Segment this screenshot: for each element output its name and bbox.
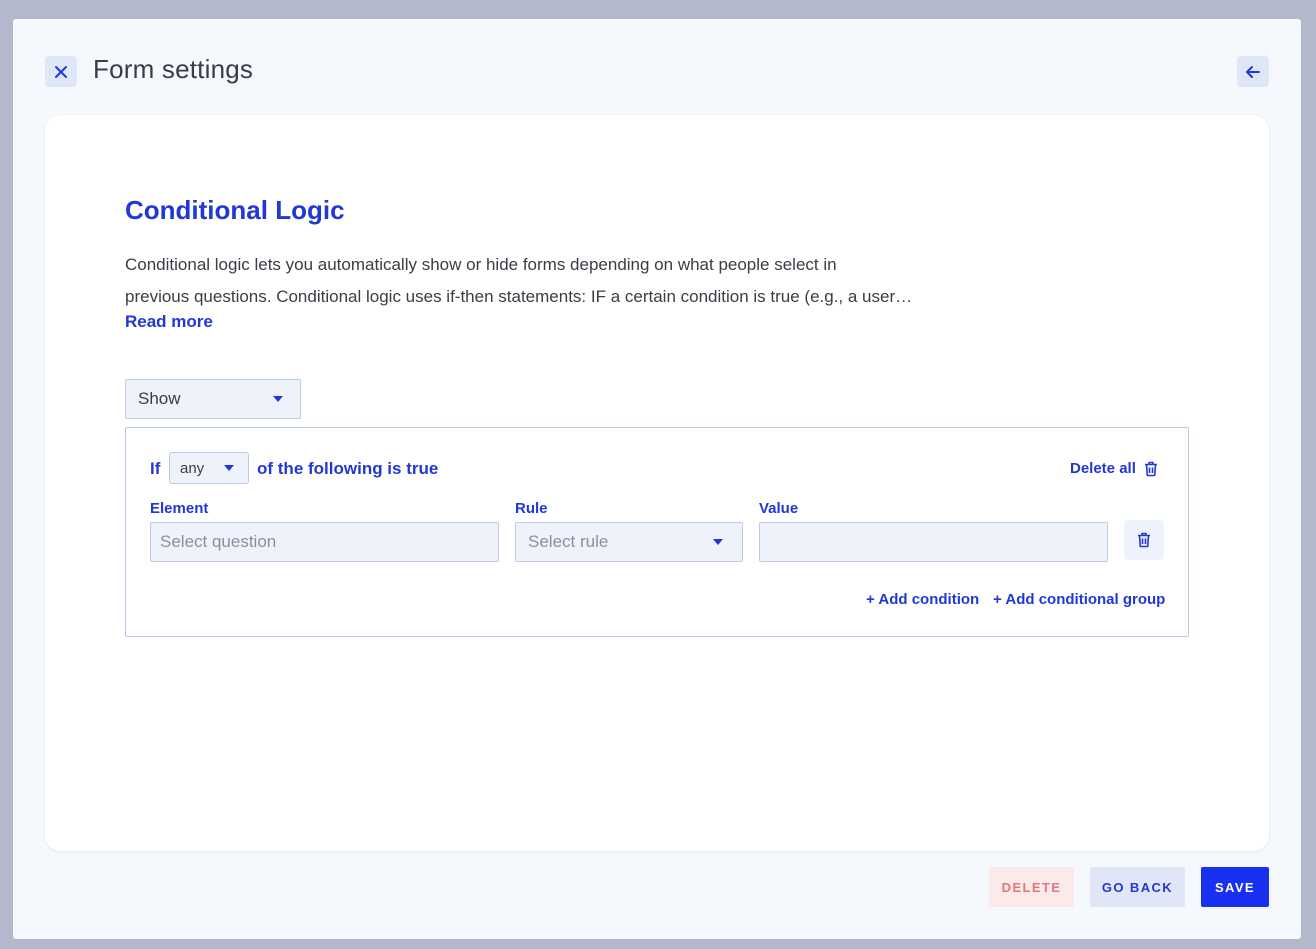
close-button[interactable] <box>45 56 77 87</box>
modal-title: Form settings <box>93 54 254 84</box>
value-input[interactable] <box>759 522 1108 562</box>
element-select-placeholder: Select question <box>160 532 277 551</box>
rule-select-placeholder: Select rule <box>528 532 609 551</box>
close-icon <box>55 65 67 78</box>
go-back-button[interactable]: GO BACK <box>1090 867 1185 907</box>
save-button[interactable]: SAVE <box>1201 867 1269 907</box>
add-conditional-group-link[interactable]: + Add conditional group <box>993 591 1165 608</box>
chevron-down-icon <box>713 539 723 545</box>
trash-icon <box>1138 532 1150 548</box>
condition-group: If any of the following is true Delete a… <box>125 427 1189 637</box>
following-label: of the following is true <box>257 459 439 478</box>
description-line-1: Conditional logic lets you automatically… <box>125 255 837 274</box>
add-condition-link[interactable]: + Add condition <box>866 591 979 608</box>
settings-card: Conditional Logic Conditional logic lets… <box>45 115 1269 851</box>
if-label: If <box>150 459 161 478</box>
element-select[interactable]: Select question <box>150 522 499 562</box>
delete-all-button[interactable]: Delete all <box>1070 460 1158 477</box>
match-type-value: any <box>180 459 205 477</box>
delete-button[interactable]: DELETE <box>989 867 1074 907</box>
description-line-2: previous questions. Conditional logic us… <box>125 287 913 306</box>
show-hide-select-value: Show <box>138 389 181 408</box>
section-title: Conditional Logic <box>125 195 345 225</box>
trash-icon <box>1144 461 1157 476</box>
delete-condition-button[interactable] <box>1124 520 1164 560</box>
chevron-down-icon <box>224 465 234 471</box>
read-more-link[interactable]: Read more <box>125 312 213 332</box>
delete-all-label: Delete all <box>1070 460 1136 477</box>
arrow-left-icon <box>1246 65 1260 78</box>
value-column-label: Value <box>759 500 799 517</box>
rule-select[interactable]: Select rule <box>515 522 743 562</box>
element-column-label: Element <box>150 500 209 517</box>
back-button[interactable] <box>1237 56 1269 87</box>
chevron-down-icon <box>273 396 283 402</box>
section-description: Conditional logic lets you automatically… <box>125 249 925 313</box>
match-type-select[interactable]: any <box>169 452 249 484</box>
form-settings-modal: Form settings Conditional Logic Conditio… <box>13 19 1301 939</box>
rule-column-label: Rule <box>515 500 548 517</box>
show-hide-select[interactable]: Show <box>125 379 301 419</box>
